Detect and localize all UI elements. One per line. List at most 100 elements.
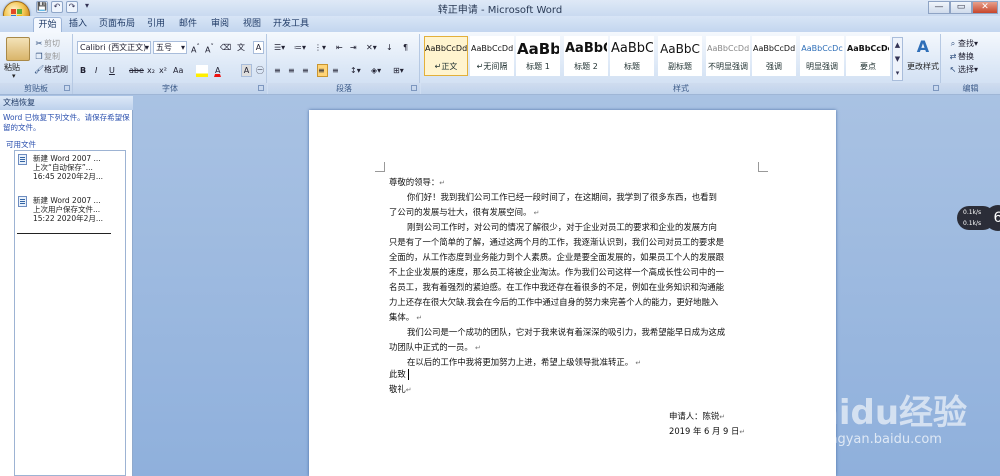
find-button[interactable]: ⌕ 查找▾ xyxy=(947,37,979,50)
watermark-url: jingyan.baidu.com xyxy=(822,432,942,447)
font-name-select[interactable]: Calibri (西文正文) ▾ xyxy=(77,41,151,54)
bold-button[interactable]: B xyxy=(79,64,87,77)
font-size-select[interactable]: 五号 ▾ xyxy=(153,41,187,54)
numbering-icon[interactable]: ≔▾ xyxy=(293,41,309,54)
distributed-icon[interactable]: ≡ xyxy=(331,64,342,77)
paragraph-launcher-icon[interactable] xyxy=(411,85,417,91)
format-painter-button[interactable]: 🖌格式刷 xyxy=(33,63,69,76)
grow-font-icon[interactable]: A˄ xyxy=(190,41,201,55)
undo-icon[interactable]: ↶ xyxy=(51,1,63,13)
paste-icon[interactable] xyxy=(6,37,30,61)
chinese-layout-icon[interactable]: ✕▾ xyxy=(365,41,381,54)
superscript-button[interactable]: x² xyxy=(158,64,168,77)
maximize-button[interactable]: ▭ xyxy=(950,1,972,14)
select-button[interactable]: ↖ 选择▾ xyxy=(947,63,979,76)
style-name: 副标题 xyxy=(668,62,692,71)
font-launcher-icon[interactable] xyxy=(258,85,264,91)
cursor-icon: ↖ xyxy=(949,65,957,74)
char-shading-button[interactable]: A xyxy=(241,64,252,77)
tab-references[interactable]: 引用 xyxy=(142,17,170,32)
show-marks-icon[interactable]: ¶ xyxy=(402,41,415,54)
doc-line: 集体。 ↵ xyxy=(389,312,423,322)
char-border-icon[interactable]: A xyxy=(253,41,264,54)
copy-button[interactable]: ❐复制 xyxy=(33,50,61,63)
qat-customize-icon[interactable]: ▾ xyxy=(81,1,93,13)
tab-insert[interactable]: 插入 xyxy=(64,17,92,32)
tab-developer[interactable]: 开发工具 xyxy=(270,17,312,32)
highlight-icon[interactable] xyxy=(196,65,208,77)
style-6[interactable]: AaBbC 副标题 xyxy=(658,36,702,76)
doc-line: 功团队中正式的一员。 ↵ xyxy=(389,342,481,352)
watermark-brand: Baidu经验 xyxy=(790,393,968,433)
recovered-file-1[interactable]: 新建 Word 2007 ... 上次“自动保存”... 16:45 2020年… xyxy=(33,154,125,181)
change-styles-button[interactable]: 更改样式 xyxy=(903,61,943,72)
style-name: 要点 xyxy=(860,62,876,71)
recovered-file-2[interactable]: 新建 Word 2007 ... 上次用户保存文件... 15:22 2020年… xyxy=(33,196,125,223)
font-color-button[interactable]: A xyxy=(214,64,222,77)
italic-button[interactable]: I xyxy=(94,64,98,77)
redo-icon[interactable]: ↷ xyxy=(66,1,78,13)
enclose-char-icon[interactable]: ㊀ xyxy=(255,64,265,77)
align-right-icon[interactable]: ≡ xyxy=(301,64,312,77)
align-left-icon[interactable]: ≡ xyxy=(273,64,284,77)
style-5[interactable]: AaBbC 标题 xyxy=(610,36,654,76)
sort-icon[interactable]: ↓ xyxy=(385,41,398,54)
line-spacing-icon[interactable]: ↕▾ xyxy=(349,64,365,77)
shading-icon[interactable]: ◈▾ xyxy=(370,64,388,77)
style-preview: AaBbC xyxy=(611,41,653,56)
tab-view[interactable]: 视图 xyxy=(238,17,266,32)
replace-button[interactable]: ⇄ 替换 xyxy=(947,50,975,63)
clipboard-launcher-icon[interactable] xyxy=(64,85,70,91)
change-styles-icon[interactable]: A xyxy=(910,37,936,61)
style-8[interactable]: AaBbCcDd 强调 xyxy=(752,36,796,76)
change-case-button[interactable]: Aa xyxy=(172,64,184,77)
bullets-icon[interactable]: ☰▾ xyxy=(273,41,289,54)
decrease-indent-icon[interactable]: ⇤ xyxy=(335,41,346,54)
paste-dropdown-icon[interactable]: ▾ xyxy=(12,72,16,80)
styles-launcher-icon[interactable] xyxy=(933,85,939,91)
tab-page-layout[interactable]: 页面布局 xyxy=(96,17,138,32)
paragraph-label: 段落 xyxy=(268,83,420,94)
gallery-scroll[interactable]: ▲ ▼ ▾ xyxy=(892,37,903,81)
style-4[interactable]: AaBbC 标题 2 xyxy=(564,36,608,76)
doc-closing-1: 此致 xyxy=(389,367,409,382)
phonetic-icon[interactable]: 文 xyxy=(236,41,249,54)
style-name: 不明显强调 xyxy=(708,62,748,71)
doc-line: 力上还存在很大欠缺.我会在今后的工作中通过自身的努力来完善个人的能力，更好地融入 xyxy=(389,297,719,307)
minimize-button[interactable]: — xyxy=(928,1,950,14)
close-button[interactable]: ✕ xyxy=(972,1,998,14)
style-10[interactable]: AaBbCcDc 要点 xyxy=(846,36,890,76)
corner-mark xyxy=(758,162,768,172)
subscript-button[interactable]: x₂ xyxy=(146,64,156,77)
align-center-icon[interactable]: ≡ xyxy=(287,64,298,77)
copy-icon: ❐ xyxy=(35,52,43,61)
style-name: 标题 2 xyxy=(574,62,598,71)
style-preview: AaBbCcDc xyxy=(847,44,889,53)
doc-line: 全面的，从工作态度到业务能力到个人素质。企业是要全面发展的，如果员工个人的发展跟 xyxy=(389,252,724,262)
shrink-font-icon[interactable]: A˅ xyxy=(204,41,215,55)
save-icon[interactable]: 💾 xyxy=(36,1,48,13)
tab-home[interactable]: 开始 xyxy=(33,17,62,32)
style-preview: AaBbCcDd xyxy=(753,44,795,53)
doc-line: 在以后的工作中我将更加努力上进，希望上级领导批准转正。 ↵ xyxy=(407,357,642,367)
multilevel-icon[interactable]: ⋮▾ xyxy=(313,41,329,54)
doc-line: 名员工，我有着强烈的紧迫感。在工作中我还存在着很多的不足，例如在业务知识和沟通能 xyxy=(389,282,724,292)
styles-label: 样式 xyxy=(421,83,941,94)
tab-review[interactable]: 审阅 xyxy=(206,17,234,32)
word-file-icon xyxy=(18,196,27,207)
tab-mailings[interactable]: 邮件 xyxy=(174,17,202,32)
binoculars-icon: ⌕ xyxy=(950,39,956,48)
style-3[interactable]: AaBb 标题 1 xyxy=(516,36,560,76)
justify-icon[interactable]: ≡ xyxy=(317,64,328,77)
recovery-message: Word 已恢复下列文件。请保存希望保留的文件。 xyxy=(3,113,130,132)
style-2[interactable]: AaBbCcDd ↵无间隔 xyxy=(470,36,514,76)
clear-format-icon[interactable]: ⌫ xyxy=(219,41,232,54)
style-1[interactable]: AaBbCcDd ↵正文 xyxy=(424,36,468,76)
strikethrough-button[interactable]: abe xyxy=(128,64,145,77)
style-7[interactable]: AaBbCcDd 不明显强调 xyxy=(706,36,750,76)
increase-indent-icon[interactable]: ⇥ xyxy=(349,41,360,54)
cut-button[interactable]: ✂ 剪切 xyxy=(33,37,61,50)
underline-button[interactable]: U xyxy=(108,64,116,77)
style-9[interactable]: AaBbCcDc 明显强调 xyxy=(800,36,844,76)
borders-icon[interactable]: ⊞▾ xyxy=(392,64,410,77)
